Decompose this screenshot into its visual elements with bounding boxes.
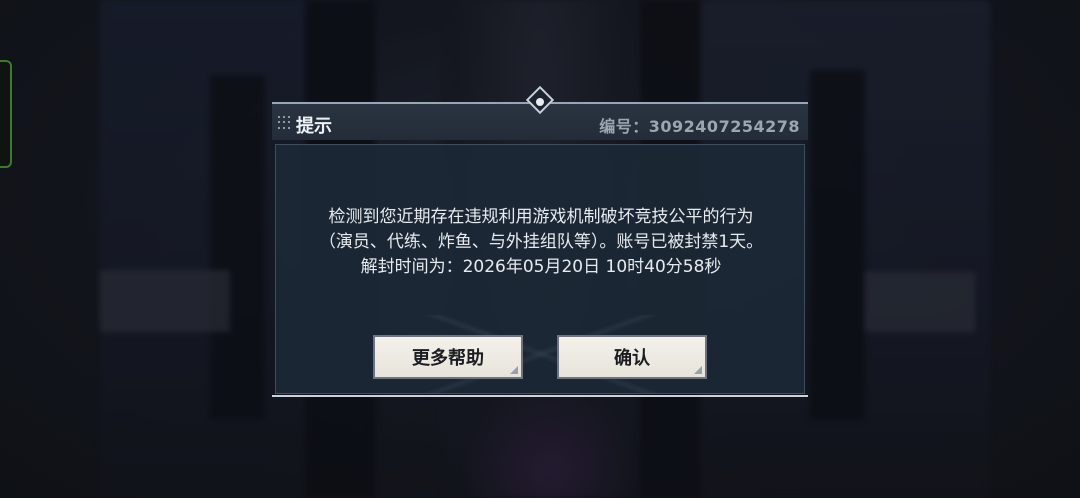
message-line: （演员、代练、炸鱼、与外挂组队等）。账号已被封禁1天。 — [318, 232, 764, 252]
message-line: 检测到您近期存在违规利用游戏机制破坏竞技公平的行为 — [328, 207, 754, 227]
notice-id: 编号：3092407254278 — [599, 117, 800, 136]
ban-notice-dialog: 提示 编号：3092407254278 检测到您近期存在违规利用游戏机制破坏竞技… — [272, 85, 808, 398]
game-screen: 提示 编号：3092407254278 检测到您近期存在违规利用游戏机制破坏竞技… — [0, 0, 1080, 498]
grip-dots-icon — [278, 116, 290, 130]
dialog-body: 检测到您近期存在违规利用游戏机制破坏竞技公平的行为 （演员、代练、炸鱼、与外挂组… — [275, 144, 805, 394]
dialog-title: 提示 — [296, 116, 332, 137]
confirm-button[interactable]: 确认 — [557, 335, 707, 379]
dialog-divider — [272, 395, 808, 397]
ban-message: 检测到您近期存在违规利用游戏机制破坏竞技公平的行为 （演员、代练、炸鱼、与外挂组… — [276, 205, 806, 280]
emblem-dot-icon — [536, 98, 544, 106]
side-edge-tab[interactable] — [0, 60, 12, 168]
unban-time-line: 解封时间为：2026年05月20日 10时40分58秒 — [360, 257, 722, 277]
more-help-button[interactable]: 更多帮助 — [373, 335, 523, 379]
